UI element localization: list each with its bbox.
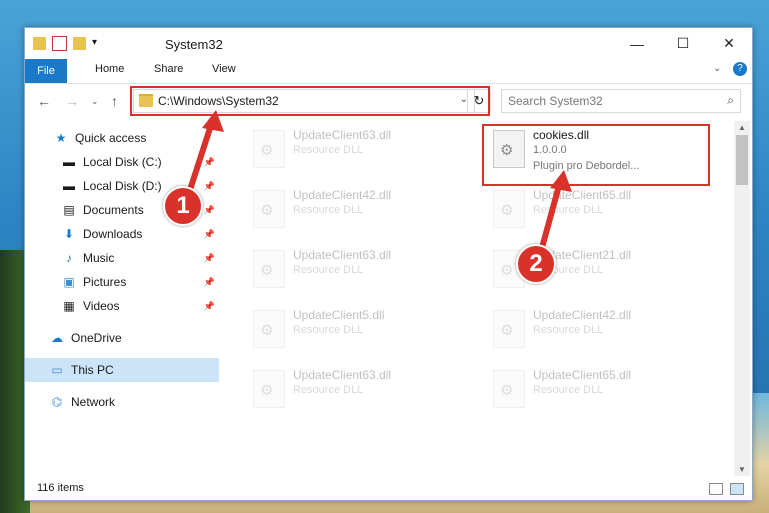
step-marker-1: 1 <box>163 186 203 226</box>
arrow-1-head <box>202 110 224 132</box>
arrow-1-line <box>185 121 215 197</box>
step-marker-2: 2 <box>516 244 556 284</box>
arrow-2-head <box>550 170 572 192</box>
arrow-2-line <box>537 181 563 256</box>
annotation-arrows <box>185 110 572 256</box>
